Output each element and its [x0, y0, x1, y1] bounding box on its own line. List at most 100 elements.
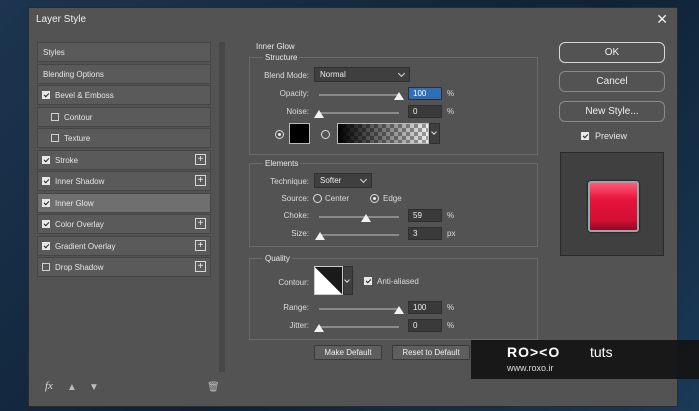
size-input[interactable]: 3	[408, 227, 442, 240]
opacity-label: Opacity:	[279, 89, 309, 98]
style-item-texture[interactable]: Texture	[37, 128, 211, 148]
opacity-input[interactable]: 100	[408, 87, 442, 100]
jitter-input[interactable]: 0	[408, 319, 442, 332]
style-item-label: Texture	[64, 134, 91, 143]
source-edge-label: Edge	[383, 194, 402, 203]
choke-slider-track[interactable]	[319, 216, 399, 218]
anti-aliased-label: Anti-aliased	[377, 277, 419, 286]
contour-picker[interactable]	[343, 266, 353, 295]
range-slider-thumb[interactable]	[394, 306, 404, 314]
noise-slider-track[interactable]	[319, 112, 399, 114]
noise-input[interactable]: 0	[408, 105, 442, 118]
gradient-radio[interactable]	[321, 130, 330, 139]
watermark-banner: RO><O tuts www.roxo.ir	[471, 340, 699, 379]
contour-preview[interactable]	[314, 266, 343, 295]
jitter-slider-track[interactable]	[319, 326, 399, 328]
style-item-label: Inner Glow	[55, 198, 94, 208]
choke-unit: %	[447, 211, 455, 220]
style-item-blending-options[interactable]: Blending Options	[37, 63, 211, 84]
add-effect-icon[interactable]: +	[195, 175, 206, 186]
jitter-slider-thumb[interactable]	[314, 324, 324, 332]
style-item-drop-shadow[interactable]: Drop Shadow +	[37, 257, 211, 277]
add-effect-icon[interactable]: +	[195, 218, 206, 229]
technique-select[interactable]: Softer	[314, 173, 372, 188]
choke-label: Choke:	[283, 211, 309, 220]
style-checkbox[interactable]	[42, 91, 50, 99]
style-checkbox[interactable]	[42, 241, 50, 250]
add-effect-icon[interactable]: +	[195, 153, 206, 165]
style-item-bevel-emboss[interactable]: Bevel & Emboss	[37, 85, 211, 105]
watermark-url: www.roxo.ir	[507, 363, 554, 373]
style-checkbox[interactable]	[51, 134, 59, 142]
ok-button[interactable]: OK	[559, 42, 665, 63]
style-checkbox[interactable]	[42, 263, 50, 271]
trash-icon[interactable]: 🗑	[207, 382, 220, 393]
style-item-label: Styles	[43, 48, 65, 57]
style-checkbox[interactable]	[51, 112, 59, 121]
style-item-label: Blending Options	[43, 69, 104, 79]
source-label: Source:	[281, 194, 309, 203]
preview-checkbox[interactable]	[581, 132, 589, 140]
size-label: Size:	[291, 229, 309, 238]
style-item-label: Gradient Overlay	[55, 241, 116, 251]
style-item-stroke[interactable]: Stroke +	[37, 149, 211, 170]
dialog-title: Layer Style	[36, 14, 87, 25]
source-edge-radio[interactable]	[370, 194, 379, 203]
opacity-slider-thumb[interactable]	[394, 92, 404, 100]
move-up-icon[interactable]: ▲	[67, 382, 77, 393]
anti-aliased-checkbox[interactable]	[364, 277, 372, 285]
move-down-icon[interactable]: ▼	[89, 382, 99, 393]
range-slider-track[interactable]	[319, 308, 399, 310]
preview-thumbnail	[560, 152, 664, 256]
style-list-scrollbar[interactable]	[219, 42, 225, 372]
new-style-button[interactable]: New Style...	[559, 101, 665, 122]
gradient-picker[interactable]	[429, 123, 440, 144]
cancel-button[interactable]: Cancel	[559, 71, 665, 92]
gradient-preview[interactable]	[337, 123, 429, 144]
source-center-radio[interactable]	[313, 194, 322, 203]
reset-to-default-button[interactable]: Reset to Default	[392, 345, 470, 360]
preview-swatch	[588, 181, 639, 232]
style-list-toolbar: fx ▲ ▼ 🗑	[37, 380, 225, 396]
style-checkbox[interactable]	[42, 177, 50, 185]
structure-heading: Structure	[263, 53, 300, 62]
color-radio[interactable]	[275, 130, 284, 139]
close-icon[interactable]: ✕	[656, 12, 668, 26]
style-item-inner-glow[interactable]: Inner Glow	[37, 192, 211, 213]
style-item-gradient-overlay[interactable]: Gradient Overlay +	[37, 235, 211, 256]
fx-icon[interactable]: fx	[45, 380, 53, 392]
blend-mode-select[interactable]: Normal	[314, 67, 410, 82]
add-effect-icon[interactable]: +	[195, 261, 206, 272]
jitter-unit: %	[447, 321, 455, 330]
jitter-label: Jitter:	[289, 321, 309, 330]
glow-color-swatch[interactable]	[289, 123, 310, 144]
style-item-color-overlay[interactable]: Color Overlay +	[37, 214, 211, 234]
size-slider-track[interactable]	[319, 234, 399, 236]
opacity-unit: %	[447, 89, 455, 98]
add-effect-icon[interactable]: +	[195, 239, 206, 251]
range-input[interactable]: 100	[408, 301, 442, 314]
noise-label: Noise:	[286, 107, 309, 116]
choke-input[interactable]: 59	[408, 209, 442, 222]
style-item-label: Inner Shadow	[55, 177, 105, 186]
style-checkbox[interactable]	[42, 220, 50, 228]
opacity-slider-track[interactable]	[319, 94, 399, 96]
style-item-label: Bevel & Emboss	[55, 91, 114, 100]
noise-unit: %	[447, 107, 455, 116]
style-item-label: Stroke	[55, 155, 79, 165]
style-item-label: Contour	[64, 112, 93, 122]
chevron-down-icon	[397, 69, 406, 78]
quality-heading: Quality	[263, 254, 292, 263]
range-unit: %	[447, 303, 455, 312]
style-checkbox[interactable]	[42, 155, 50, 164]
style-item-styles[interactable]: Styles	[37, 42, 211, 62]
make-default-button[interactable]: Make Default	[314, 345, 382, 360]
style-checkbox[interactable]	[42, 198, 50, 207]
choke-slider-thumb[interactable]	[361, 214, 372, 222]
style-item-inner-shadow[interactable]: Inner Shadow +	[37, 171, 211, 191]
blend-mode-value: Normal	[320, 70, 346, 79]
size-slider-thumb[interactable]	[314, 232, 325, 240]
style-item-contour[interactable]: Contour	[37, 106, 211, 127]
style-item-label: Color Overlay	[55, 220, 104, 229]
noise-slider-thumb[interactable]	[314, 110, 324, 118]
